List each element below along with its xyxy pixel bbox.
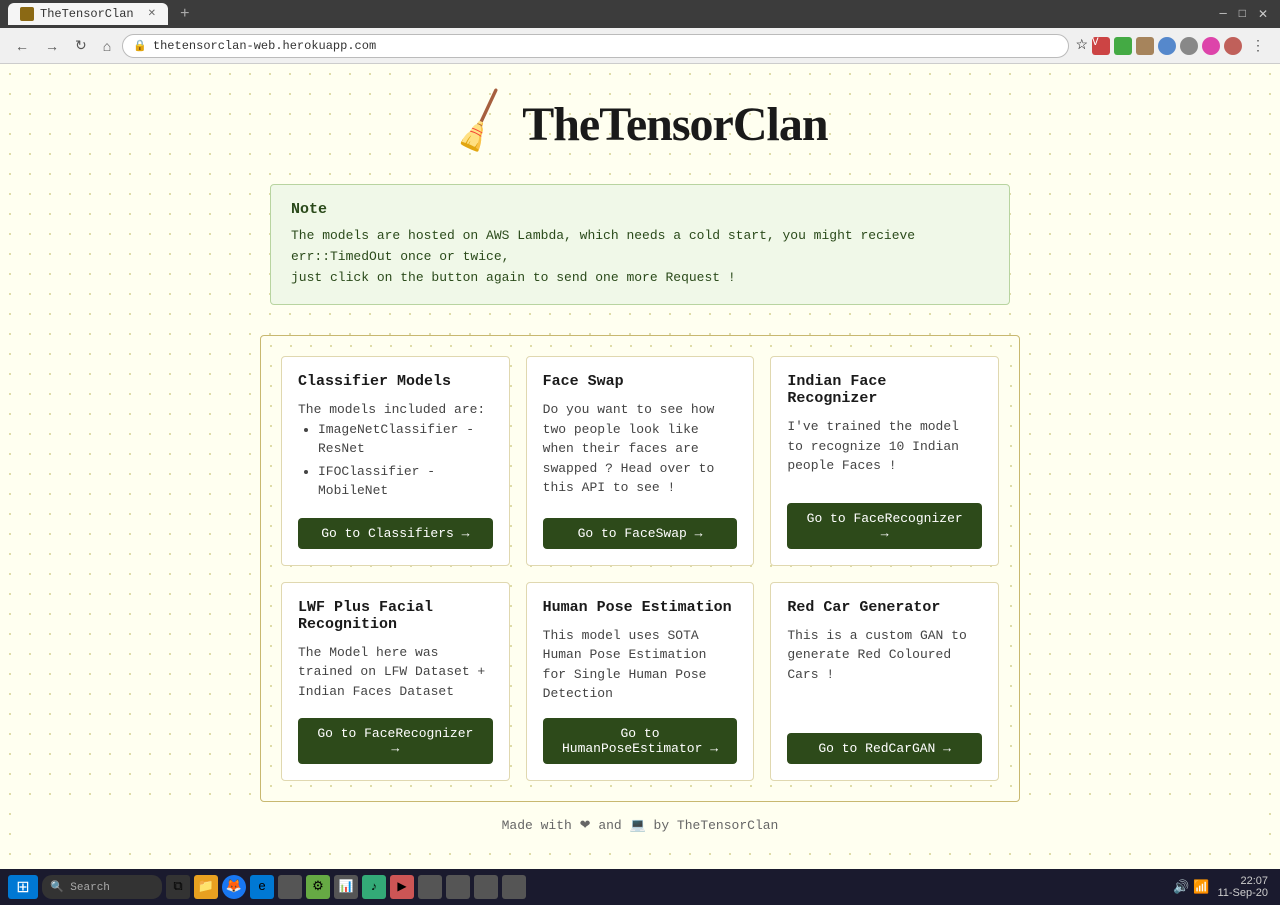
card-classifier-models-title: Classifier Models — [298, 373, 493, 390]
taskbar-time: 22:07 11-Sep-20 — [1213, 875, 1272, 899]
taskbar-icon-6[interactable]: 📊 — [334, 875, 358, 899]
extension-icon-4[interactable] — [1158, 37, 1176, 55]
card-indian-face-recognizer-title: Indian Face Recognizer — [787, 373, 982, 407]
card-classifier-models-desc: The models included are: ImageNetClassif… — [298, 400, 493, 504]
broom-icon: 🧹 — [444, 86, 521, 163]
taskbar-file-explorer[interactable]: 📁 — [194, 875, 218, 899]
site-footer: Made with ❤ and 💻 by TheTensorClan — [20, 802, 1260, 849]
card-face-swap-title: Face Swap — [543, 373, 738, 390]
security-lock-icon: 🔒 — [133, 39, 147, 53]
tab-close-button[interactable]: ✕ — [148, 8, 156, 20]
go-to-faceswap-button[interactable]: Go to FaceSwap → — [543, 518, 738, 549]
taskbar-icon-12[interactable] — [502, 875, 526, 899]
maximize-button[interactable]: □ — [1239, 7, 1246, 22]
card-human-pose-desc: This model uses SOTA Human Pose Estimati… — [543, 626, 738, 704]
extension-icon-1[interactable]: V — [1092, 37, 1110, 55]
page-content: 🧹 TheTensorClan Note The models are host… — [0, 64, 1280, 869]
taskbar-icon-11[interactable] — [474, 875, 498, 899]
site-title: TheTensorClan — [522, 97, 827, 152]
cards-grid: Classifier Models The models included ar… — [281, 356, 999, 781]
card-classifier-models: Classifier Models The models included ar… — [281, 356, 510, 566]
note-box: Note The models are hosted on AWS Lambda… — [270, 184, 1010, 305]
browser-titlebar: TheTensorClan ✕ + ─ □ ✕ — [0, 0, 1280, 28]
tab-favicon — [20, 7, 34, 21]
taskbar-search[interactable]: 🔍 Search — [42, 875, 162, 899]
card-face-swap: Face Swap Do you want to see how two peo… — [526, 356, 755, 566]
tab-title: TheTensorClan — [40, 7, 134, 21]
home-button[interactable]: ⌂ — [98, 36, 116, 56]
card-red-car-title: Red Car Generator — [787, 599, 982, 616]
close-button[interactable]: ✕ — [1258, 7, 1268, 22]
taskbar-icon-9[interactable] — [418, 875, 442, 899]
card-red-car-generator: Red Car Generator This is a custom GAN t… — [770, 582, 999, 781]
site-header: 🧹 TheTensorClan — [20, 84, 1260, 154]
toolbar-right-icons: ☆ V ⋮ — [1075, 35, 1270, 56]
footer-text: Made with ❤ and 💻 by TheTensorClan — [502, 818, 779, 833]
minimize-button[interactable]: ─ — [1220, 7, 1227, 22]
address-bar[interactable]: 🔒 thetensorclan-web.herokuapp.com — [122, 34, 1069, 58]
card-human-pose-estimation: Human Pose Estimation This model uses SO… — [526, 582, 755, 781]
taskbar-icon-7[interactable]: ♪ — [362, 875, 386, 899]
extension-icon-6[interactable] — [1202, 37, 1220, 55]
card-face-swap-desc: Do you want to see how two people look l… — [543, 400, 738, 504]
url-display: thetensorclan-web.herokuapp.com — [153, 39, 376, 53]
taskbar-task-view[interactable]: ⧉ — [166, 875, 190, 899]
menu-button[interactable]: ⋮ — [1246, 35, 1270, 56]
card-red-car-desc: This is a custom GAN to generate Red Col… — [787, 626, 982, 719]
taskbar-icon-10[interactable] — [446, 875, 470, 899]
browser-chrome: TheTensorClan ✕ + ─ □ ✕ ← → ↻ ⌂ 🔒 theten… — [0, 0, 1280, 64]
taskbar-edge[interactable]: e — [250, 875, 274, 899]
star-icon[interactable]: ☆ — [1075, 37, 1088, 54]
start-button[interactable]: ⊞ — [8, 875, 38, 899]
card-lwf-title: LWF Plus Facial Recognition — [298, 599, 493, 633]
list-item: IFOClassifier - MobileNet — [318, 462, 493, 501]
taskbar-icon-5[interactable]: ⚙ — [306, 875, 330, 899]
go-to-facerecognizer-button[interactable]: Go to FaceRecognizer → — [787, 503, 982, 549]
cards-container: Classifier Models The models included ar… — [260, 335, 1020, 802]
extension-icon-5[interactable] — [1180, 37, 1198, 55]
card-lwf-facial-recognition: LWF Plus Facial Recognition The Model he… — [281, 582, 510, 781]
go-to-classifiers-button[interactable]: Go to Classifiers → — [298, 518, 493, 549]
card-indian-face-recognizer-desc: I've trained the model to recognize 10 I… — [787, 417, 982, 489]
card-indian-face-recognizer: Indian Face Recognizer I've trained the … — [770, 356, 999, 566]
list-item: ImageNetClassifier - ResNet — [318, 420, 493, 459]
extension-icon-2[interactable] — [1114, 37, 1132, 55]
go-to-redcargan-button[interactable]: Go to RedCarGAN → — [787, 733, 982, 764]
taskbar-right-area: 🔊 📶 22:07 11-Sep-20 — [1173, 875, 1272, 899]
extension-icon-3[interactable] — [1136, 37, 1154, 55]
note-text: The models are hosted on AWS Lambda, whi… — [291, 226, 989, 288]
back-button[interactable]: ← — [10, 36, 34, 56]
taskbar-browser[interactable]: 🦊 — [222, 875, 246, 899]
go-to-humanposeestimator-button[interactable]: Go to HumanPoseEstimator → — [543, 718, 738, 764]
taskbar-icon-8[interactable]: ▶ — [390, 875, 414, 899]
card-lwf-desc: The Model here was trained on LFW Datase… — [298, 643, 493, 704]
taskbar: ⊞ 🔍 Search ⧉ 📁 🦊 e ⚙ 📊 ♪ ▶ 🔊 📶 22:07 11-… — [0, 869, 1280, 905]
browser-toolbar: ← → ↻ ⌂ 🔒 thetensorclan-web.herokuapp.co… — [0, 28, 1280, 64]
card-human-pose-title: Human Pose Estimation — [543, 599, 738, 616]
refresh-button[interactable]: ↻ — [70, 35, 92, 56]
forward-button[interactable]: → — [40, 36, 64, 56]
go-to-lwf-facerecognizer-button[interactable]: Go to FaceRecognizer → — [298, 718, 493, 764]
note-title: Note — [291, 201, 989, 218]
header-content: 🧹 TheTensorClan — [452, 94, 827, 154]
new-tab-button[interactable]: + — [172, 5, 198, 23]
taskbar-icon-4[interactable] — [278, 875, 302, 899]
profile-avatar[interactable] — [1224, 37, 1242, 55]
browser-tab[interactable]: TheTensorClan ✕ — [8, 3, 168, 25]
